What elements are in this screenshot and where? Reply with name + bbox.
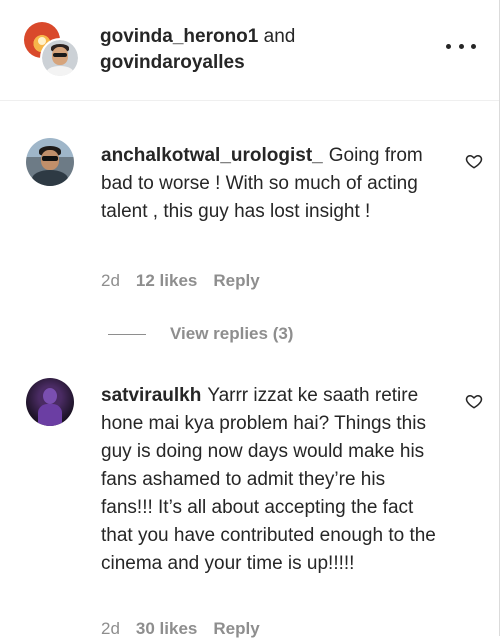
comment-likes[interactable]: 30 likes [136,619,197,639]
collab-avatars[interactable] [24,22,80,78]
comment-text: Yarrr izzat ke saath retire hone mai kya… [101,385,436,574]
comment-body: satviraulkh Yarrr izzat ke saath retire h… [101,382,441,578]
comment-meta: 2d 30 likes Reply [101,619,260,639]
heart-icon[interactable] [465,392,483,410]
avatar[interactable] [26,378,74,426]
heart-icon[interactable] [465,152,483,170]
author-username-1[interactable]: govinda_herono1 [100,26,258,47]
view-replies-label: View replies (3) [170,324,294,343]
reply-button[interactable]: Reply [213,271,259,291]
more-options-icon[interactable] [446,36,476,56]
comment-likes[interactable]: 12 likes [136,271,197,291]
comment-meta: 2d 12 likes Reply [101,271,260,291]
post-header: govinda_herono1 and govindaroyalles [0,0,499,101]
post-authors: govinda_herono1 and govindaroyalles [100,24,420,76]
avatar-govindaroyalles[interactable] [40,38,80,78]
post-comments-panel: govinda_herono1 and govindaroyalles anch… [0,0,500,639]
author-username-2[interactable]: govindaroyalles [100,52,245,73]
comment-username[interactable]: anchalkotwal_urologist_ [101,145,323,166]
replies-divider-line [108,333,146,335]
comment-username[interactable]: satviraulkh [101,385,201,406]
comment-time[interactable]: 2d [101,271,120,291]
avatar[interactable] [26,138,74,186]
comment-body: anchalkotwal_urologist_ Going from bad to… [101,142,441,226]
author-joiner: and [263,26,296,47]
comment-time[interactable]: 2d [101,619,120,639]
view-replies-button[interactable]: View replies (3) [108,324,293,344]
reply-button[interactable]: Reply [213,619,259,639]
